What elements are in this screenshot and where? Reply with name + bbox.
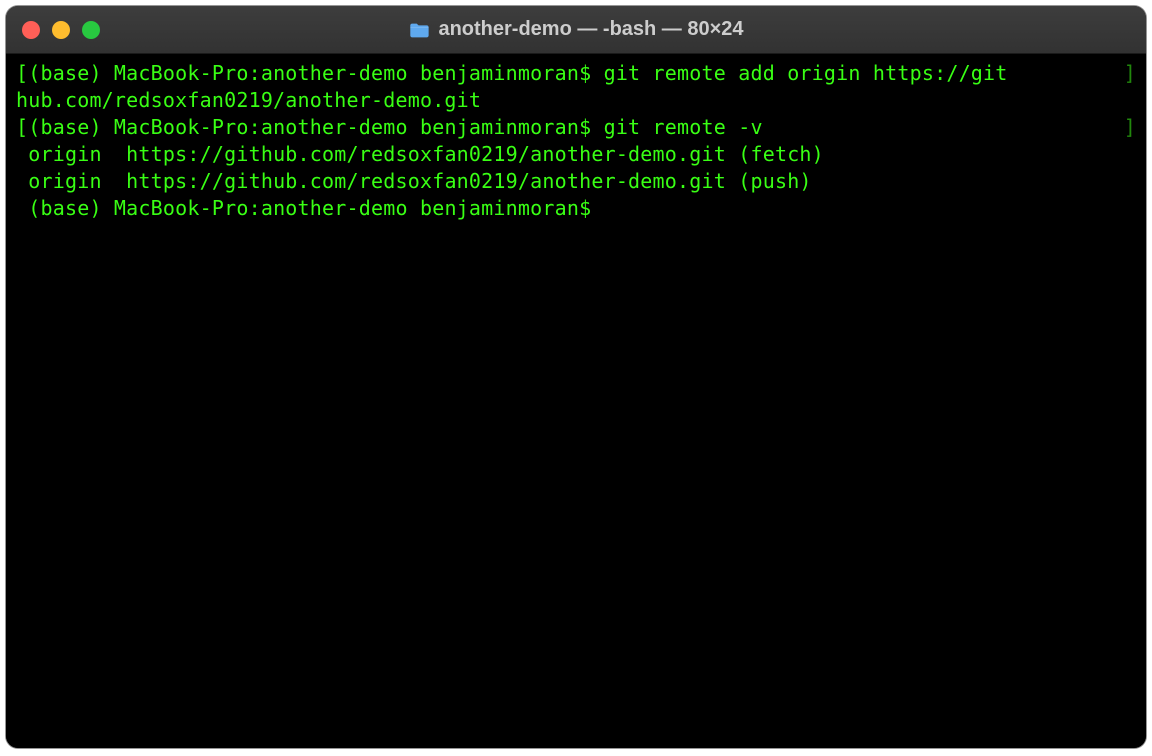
terminal-command-text: (base) MacBook-Pro:another-demo benjamin… xyxy=(28,114,1124,141)
minimize-button[interactable] xyxy=(52,21,70,39)
traffic-lights xyxy=(22,21,100,39)
window-title: another-demo — -bash — 80×24 xyxy=(438,18,743,41)
titlebar[interactable]: another-demo — -bash — 80×24 xyxy=(6,6,1146,54)
terminal-window: another-demo — -bash — 80×24 [ (base) Ma… xyxy=(6,6,1146,748)
prompt-bracket-open: [ xyxy=(16,114,28,141)
terminal-line-5: (base) MacBook-Pro:another-demo benjamin… xyxy=(16,195,1136,222)
close-button[interactable] xyxy=(22,21,40,39)
terminal-line-1-wrap: hub.com/redsoxfan0219/another-demo.git xyxy=(16,87,1136,114)
terminal-line-4: origin https://github.com/redsoxfan0219/… xyxy=(16,168,1136,195)
maximize-button[interactable] xyxy=(82,21,100,39)
terminal-content[interactable]: [ (base) MacBook-Pro:another-demo benjam… xyxy=(6,54,1146,748)
terminal-command-text: (base) MacBook-Pro:another-demo benjamin… xyxy=(28,60,1124,87)
window-title-area: another-demo — -bash — 80×24 xyxy=(408,18,743,41)
prompt-bracket-open: [ xyxy=(16,60,28,87)
terminal-line-2: [ (base) MacBook-Pro:another-demo benjam… xyxy=(16,114,1136,141)
terminal-line-1: [ (base) MacBook-Pro:another-demo benjam… xyxy=(16,60,1136,87)
folder-icon xyxy=(408,19,430,41)
terminal-line-3: origin https://github.com/redsoxfan0219/… xyxy=(16,141,1136,168)
prompt-bracket-close: ] xyxy=(1124,60,1136,87)
prompt-bracket-close: ] xyxy=(1124,114,1136,141)
